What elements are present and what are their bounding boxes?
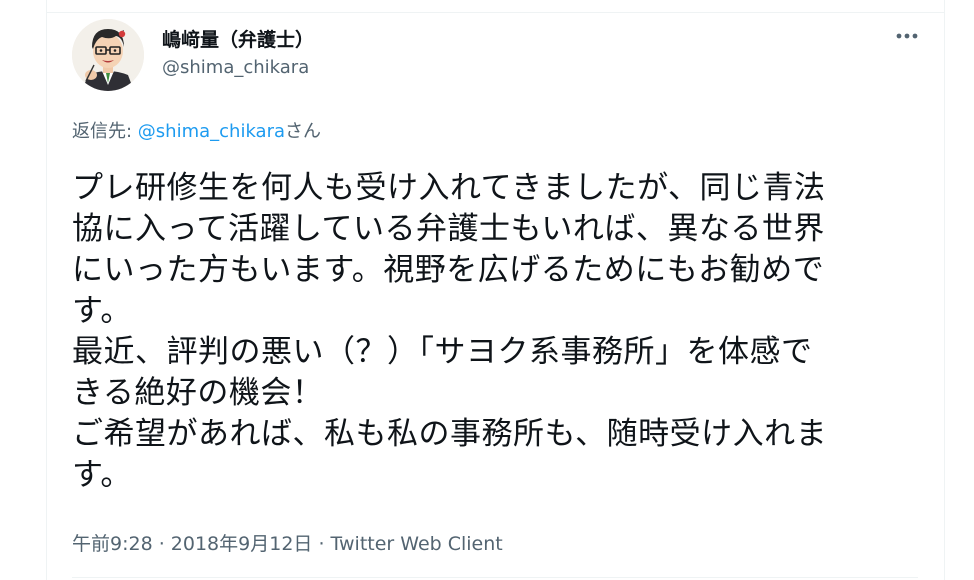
- tweet-time[interactable]: 午前9:28: [72, 533, 153, 555]
- replying-to-prefix: 返信先:: [72, 121, 138, 142]
- user-handle[interactable]: @shima_chikara: [162, 57, 309, 78]
- tweet-text: プレ研修生を何人も受け入れてきましたが、同じ青法 協に入って活躍している弁護士も…: [72, 168, 917, 496]
- meta-separator: ·: [152, 533, 171, 555]
- tweet-text-line: ご希望があれば、私も私の事務所も、随時受け入れま: [72, 416, 828, 452]
- tweet-text-line: 協に入って活躍している弁護士もいれば、異なる世界: [72, 211, 825, 247]
- tweet-text-line: きる絶好の機会！: [72, 375, 324, 411]
- replying-to: 返信先: @shima_chikaraさん: [72, 117, 321, 143]
- meta-separator: ·: [312, 533, 331, 555]
- tweet-page: 嶋﨑量（弁護士） @shima_chikara 返信先: @shima_chik…: [0, 0, 974, 580]
- right-column-border: [944, 0, 945, 580]
- tweet-text-line: す。: [72, 457, 132, 493]
- avatar[interactable]: [72, 19, 144, 91]
- bottom-divider: [72, 577, 918, 578]
- tweet-text-line: 最近、評判の悪い（？）「サヨク系事務所」を体感で: [72, 334, 813, 370]
- tweet-text-line: にいった方もいます。視野を広げるためにもお勧めで: [72, 252, 825, 288]
- tweet-text-line: す。: [72, 293, 132, 329]
- tweet-metadata: 午前9:28 · 2018年9月12日 · Twitter Web Client: [72, 529, 503, 556]
- avatar-illustration: [72, 19, 144, 91]
- replying-to-suffix: さん: [285, 121, 322, 142]
- tweet-date[interactable]: 2018年9月12日: [171, 533, 313, 555]
- tweet: 嶋﨑量（弁護士） @shima_chikara 返信先: @shima_chik…: [46, 13, 944, 580]
- display-name[interactable]: 嶋﨑量（弁護士）: [162, 25, 314, 52]
- tweet-text-line: プレ研修生を何人も受け入れてきましたが、同じ青法: [72, 170, 826, 206]
- replying-to-mention[interactable]: @shima_chikara: [138, 121, 285, 142]
- more-horizontal-icon: [896, 33, 918, 39]
- more-options-button[interactable]: [892, 23, 922, 49]
- tweet-client[interactable]: Twitter Web Client: [331, 533, 503, 555]
